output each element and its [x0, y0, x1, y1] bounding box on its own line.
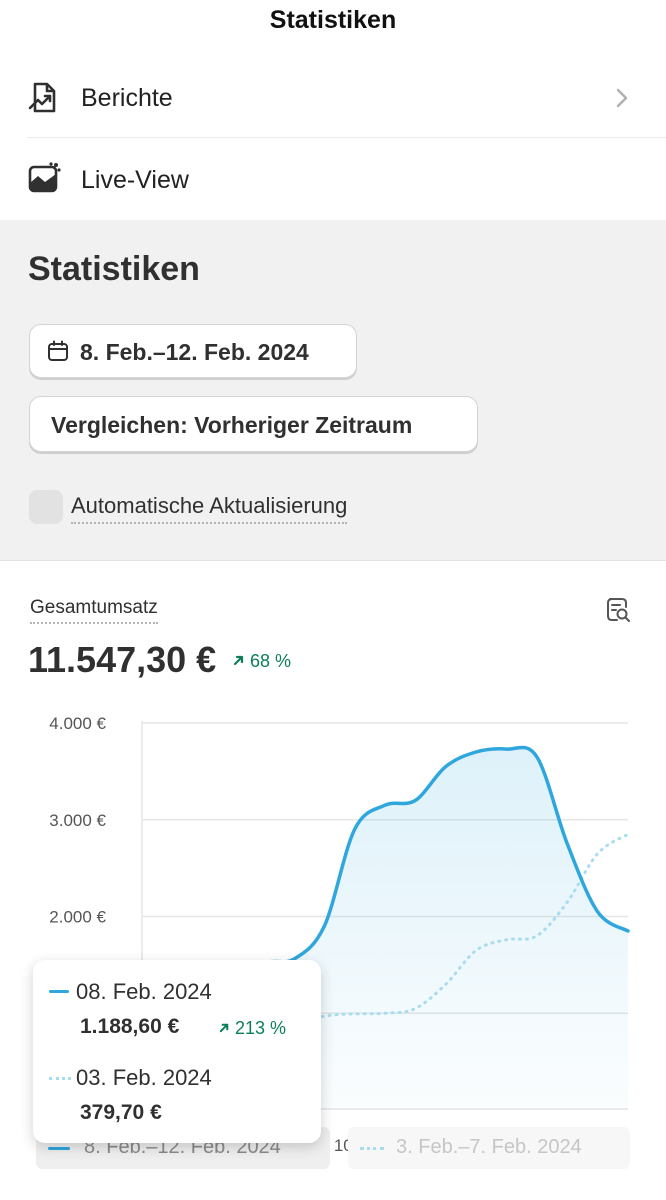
y-tick-label: 4.000 € — [49, 714, 106, 733]
legend-previous[interactable]: 3. Feb.–7. Feb. 2024 — [348, 1127, 630, 1169]
metric-delta: 68 % — [232, 651, 291, 672]
metric-delta-value: 68 % — [250, 651, 292, 671]
chevron-right-icon — [616, 88, 628, 108]
section-heading: Statistiken — [28, 250, 200, 288]
auto-refresh-checkbox[interactable] — [29, 490, 63, 524]
metric-value: 11.547,30 € — [28, 639, 217, 680]
report-chart-icon — [28, 82, 56, 113]
menu-item-label: Berichte — [81, 84, 173, 112]
compare-button[interactable]: Vergleichen: Vorheriger Zeitraum — [29, 396, 478, 452]
menu-item-live-view[interactable]: Live-View — [0, 139, 666, 219]
tooltip-previous-value: 379,70 € — [80, 1101, 162, 1124]
tooltip-previous-date: 03. Feb. 2024 — [76, 1065, 212, 1090]
tooltip-current-delta: 213 % — [218, 1018, 286, 1039]
y-tick-label: 3.000 € — [49, 811, 106, 830]
arrow-up-right-icon — [233, 655, 244, 666]
legend-previous-label: 3. Feb.–7. Feb. 2024 — [396, 1136, 582, 1158]
top-bar: Statistiken — [0, 0, 666, 56]
tooltip-current-date: 08. Feb. 2024 — [76, 979, 212, 1004]
divider — [27, 137, 666, 138]
arrow-up-right-icon — [219, 1023, 229, 1033]
tooltip-current-value: 1.188,60 € — [80, 1015, 180, 1038]
legend-dotted-swatch — [360, 1147, 384, 1150]
compare-label: Vergleichen: Vorheriger Zeitraum — [51, 412, 413, 438]
live-view-icon — [28, 162, 61, 193]
menu-item-reports[interactable]: Berichte — [0, 58, 666, 138]
tooltip-solid-swatch — [49, 990, 69, 993]
y-tick-label: 2.000 € — [49, 908, 106, 927]
tooltip-delta-value: 213 % — [235, 1018, 287, 1038]
calendar-icon — [48, 340, 68, 361]
legend-solid-swatch — [48, 1147, 70, 1150]
stats-filter-section: Statistiken 8. Feb.–12. Feb. 2024 Vergle… — [0, 220, 666, 560]
date-range-button[interactable]: 8. Feb.–12. Feb. 2024 — [29, 324, 357, 378]
metric-label[interactable]: Gesamtumsatz — [30, 597, 158, 624]
report-search-icon[interactable] — [606, 597, 630, 623]
tooltip-dotted-swatch — [49, 1077, 71, 1080]
chart-tooltip: 08. Feb. 2024 1.188,60 € 213 % 03. Feb. … — [33, 960, 321, 1143]
auto-refresh-label[interactable]: Automatische Aktualisierung — [71, 493, 348, 524]
menu-item-label: Live-View — [81, 166, 189, 194]
date-range-label: 8. Feb.–12. Feb. 2024 — [80, 339, 309, 365]
page-title: Statistiken — [269, 6, 397, 34]
